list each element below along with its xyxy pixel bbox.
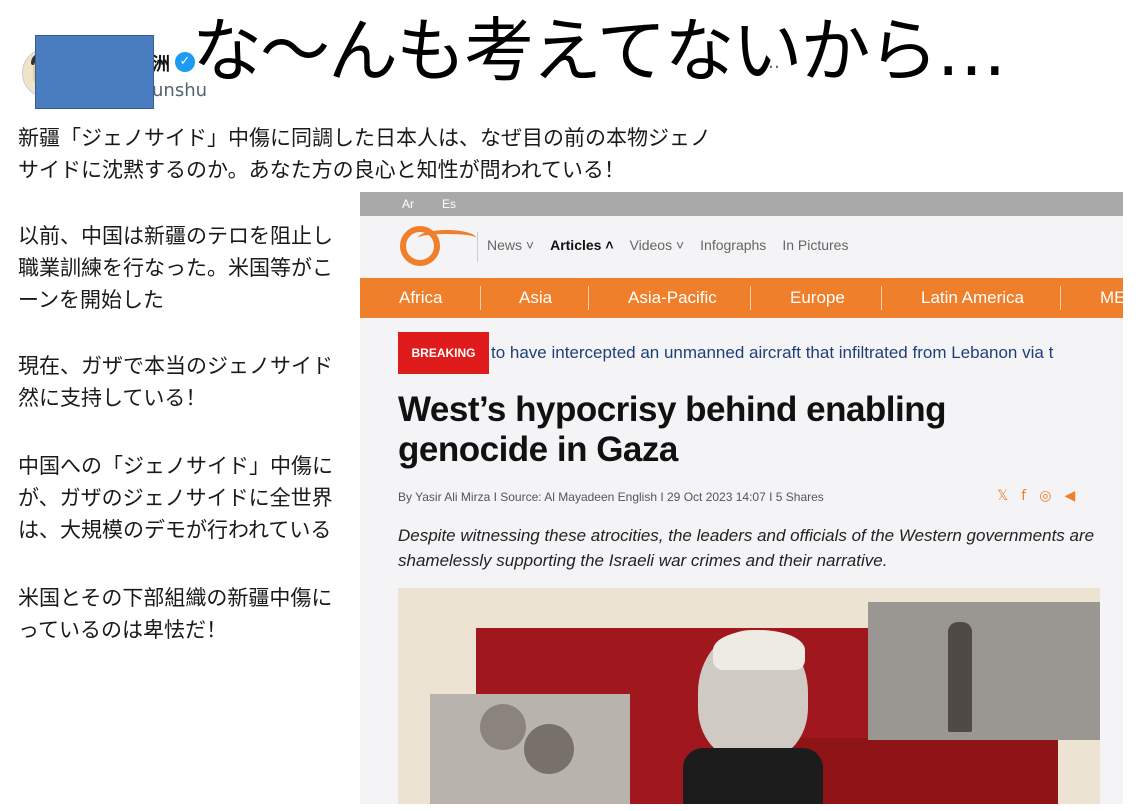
breaking-badge: BREAKING (398, 332, 489, 374)
overlay-caption: な～んも考えてないから… (192, 10, 1006, 92)
region-me[interactable]: ME (1100, 288, 1123, 308)
tweet-paragraph-4: 中国への「ジェノサイド」中傷に が、ガザのジェノサイドに全世界 は、大規模のデモが行… (18, 454, 333, 542)
article-screenshot: Ar Es News ˅ Articles ˄ Videos ˅ Infogra… (360, 192, 1123, 804)
nav-videos[interactable]: Videos ˅ (630, 237, 685, 253)
site-header: News ˅ Articles ˄ Videos ˅ Infographs In… (360, 216, 1123, 278)
tweet-paragraph-3: 現在、ガザで本当のジェノサイド 然に支持している！ (18, 354, 333, 410)
ticker-text[interactable]: to have intercepted an unmanned aircraft… (491, 343, 1053, 363)
region-asia-pacific[interactable]: Asia-Pacific (628, 288, 717, 308)
nav-infographs[interactable]: Infographs (700, 237, 766, 253)
region-africa[interactable]: Africa (399, 288, 442, 308)
share-buttons: 𝕏 f ◎ ◀ (997, 488, 1075, 504)
region-bar: Africa Asia Asia-Pacific Europe Latin Am… (360, 278, 1123, 318)
region-europe[interactable]: Europe (790, 288, 845, 308)
article-hero-image (398, 588, 1100, 804)
main-nav: News ˅ Articles ˄ Videos ˅ Infographs In… (487, 237, 848, 253)
tweet-paragraph-5: 米国とその下部組織の新疆中傷に っているのは卑怯だ！ (18, 586, 333, 642)
lang-link-ar[interactable]: Ar (402, 197, 414, 211)
tweet-paragraph-1: 新疆「ジェノサイド」中傷に同調した日本人は、なぜ目の前の本物ジェノ サイドに沈黙す… (18, 126, 711, 182)
whatsapp-share-icon[interactable]: ◎ (1039, 488, 1051, 504)
display-name[interactable]: 洲 (152, 50, 170, 76)
tweet-paragraph-2: 以前、中国は新疆のテロを阻止し 職業訓練を行なった。米国等がこ ーンを開始した (18, 224, 333, 312)
nav-news[interactable]: News ˅ (487, 237, 534, 253)
region-asia[interactable]: Asia (519, 288, 552, 308)
article-byline: By Yasir Ali Mirza I Source: Al Mayadeen… (398, 490, 824, 504)
lang-link-es[interactable]: Es (442, 197, 456, 211)
x-share-icon[interactable]: 𝕏 (997, 488, 1008, 504)
facebook-share-icon[interactable]: f (1021, 488, 1026, 504)
redaction-box (35, 35, 154, 109)
nav-articles[interactable]: Articles ˄ (550, 237, 613, 253)
breaking-news-ticker[interactable]: BREAKING to have intercepted an unmanned… (398, 332, 1123, 374)
region-latin-america[interactable]: Latin America (921, 288, 1024, 308)
telegram-share-icon[interactable]: ◀ (1064, 488, 1075, 504)
article-summary: Despite witnessing these atrocities, the… (398, 526, 1095, 570)
article-headline: West’s hypocrisy behind enabling genocid… (398, 390, 947, 469)
nav-in-pictures[interactable]: In Pictures (782, 237, 848, 253)
language-bar: Ar Es (360, 192, 1123, 216)
al-mayadeen-logo-icon[interactable] (400, 224, 476, 272)
